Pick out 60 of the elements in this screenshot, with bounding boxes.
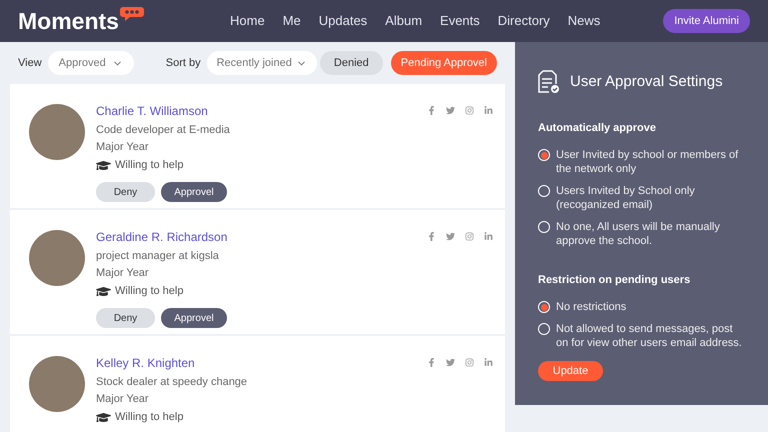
sort-dropdown[interactable]: Recently joined — [206, 50, 317, 76]
instagram-icon[interactable] — [465, 106, 474, 115]
facebook-icon[interactable] — [427, 106, 436, 115]
twitter-icon[interactable] — [446, 358, 455, 367]
help-text: Willing to help — [115, 159, 184, 172]
instagram-icon[interactable] — [465, 232, 474, 241]
nav-link[interactable]: Album — [385, 11, 422, 31]
deny-button[interactable]: Deny — [96, 308, 155, 328]
approve-button[interactable]: Approvel — [161, 308, 227, 328]
view-dropdown[interactable]: Approved — [48, 50, 134, 76]
nav-link[interactable]: Updates — [318, 11, 368, 31]
radio-option[interactable]: Not allowed to send messages, post on for view other users email address. — [538, 322, 745, 350]
nav-link[interactable]: Home — [230, 11, 265, 31]
sort-label: Sort by — [166, 56, 201, 71]
linkedin-icon[interactable] — [484, 358, 493, 367]
nav-link[interactable]: Events — [440, 11, 480, 31]
radio-option[interactable]: No one, All users will be manually approve the school. — [538, 220, 745, 248]
radio-option[interactable]: User Invited by school or members of the network only — [538, 148, 745, 176]
graduation-cap-icon — [96, 410, 111, 425]
view-label: View — [18, 56, 42, 71]
radio-option[interactable]: Users Invited by School only (recoganized email) — [538, 184, 745, 212]
user-year: Major Year — [96, 392, 150, 406]
approve-button[interactable]: Approvel — [161, 182, 227, 202]
nav-link[interactable]: News — [568, 11, 600, 31]
instagram-icon[interactable] — [465, 358, 474, 367]
user-name[interactable]: Charlie T. Williamson — [96, 102, 427, 120]
radio-button[interactable] — [538, 301, 550, 313]
user-name[interactable]: Kelley R. Knighten — [96, 354, 427, 372]
logo-text[interactable]: Moments — [18, 10, 119, 32]
user-role: Code developer at E-media — [96, 123, 231, 138]
graduation-cap-icon — [96, 284, 111, 299]
nav-link[interactable]: Me — [282, 11, 301, 31]
settings-title: User Approval Settings — [570, 72, 723, 92]
user-name[interactable]: Geraldine R. Richardson — [96, 228, 427, 246]
section-heading: Restriction on pending users — [538, 274, 690, 286]
twitter-icon[interactable] — [446, 232, 455, 241]
linkedin-icon[interactable] — [484, 106, 493, 115]
facebook-icon[interactable] — [427, 232, 436, 241]
user-year: Major Year — [96, 266, 150, 280]
invite-button[interactable]: Invite Alumini — [663, 8, 750, 34]
graduation-cap-icon — [96, 158, 111, 173]
user-year: Major Year — [96, 140, 150, 154]
radio-option[interactable]: No restrictions — [538, 300, 745, 314]
document-check-icon — [538, 70, 560, 94]
radio-button[interactable] — [538, 323, 550, 335]
help-text: Willing to help — [115, 285, 184, 298]
speech-bubble-icon — [118, 6, 145, 22]
user-role: Stock dealer at speedy change — [96, 375, 248, 390]
filter-tab[interactable]: Denied — [320, 50, 383, 76]
linkedin-icon[interactable] — [484, 232, 493, 241]
user-role: project manager at kigsla — [96, 249, 220, 264]
radio-button[interactable] — [538, 185, 550, 197]
nav-link[interactable]: Directory — [498, 11, 550, 31]
twitter-icon[interactable] — [446, 106, 455, 115]
section-heading: Automatically approve — [538, 122, 656, 134]
radio-button[interactable] — [538, 221, 550, 233]
facebook-icon[interactable] — [427, 358, 436, 367]
radio-button[interactable] — [538, 149, 550, 161]
help-text: Willing to help — [115, 411, 184, 424]
deny-button[interactable]: Deny — [96, 182, 155, 202]
